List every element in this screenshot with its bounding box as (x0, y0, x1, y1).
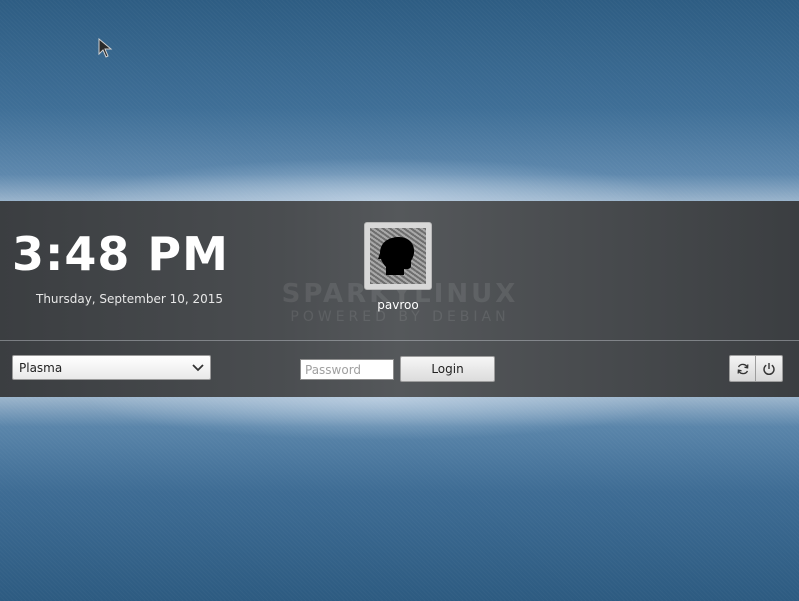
login-screen: 3:48 PM Thursday, September 10, 2015 SPA… (0, 0, 799, 601)
shutdown-button[interactable] (756, 355, 783, 382)
clock-date: Thursday, September 10, 2015 (36, 292, 224, 306)
username-label: pavroo (377, 298, 419, 312)
reboot-button[interactable] (729, 355, 756, 382)
user-head-icon (378, 237, 415, 275)
mouse-cursor-icon (98, 38, 113, 58)
password-input[interactable] (300, 359, 394, 380)
panel-divider (0, 340, 799, 341)
chevron-down-icon (192, 363, 204, 371)
login-panel: 3:48 PM Thursday, September 10, 2015 SPA… (0, 201, 799, 397)
session-selected-value: Plasma (19, 360, 63, 375)
reboot-icon (737, 363, 748, 374)
power-icon (763, 362, 775, 375)
login-button[interactable]: Login (400, 356, 495, 382)
avatar-frame (370, 228, 426, 284)
session-dropdown[interactable]: Plasma (12, 355, 211, 380)
user-avatar[interactable] (364, 222, 432, 290)
clock-time: 3:48 PM (12, 227, 229, 281)
